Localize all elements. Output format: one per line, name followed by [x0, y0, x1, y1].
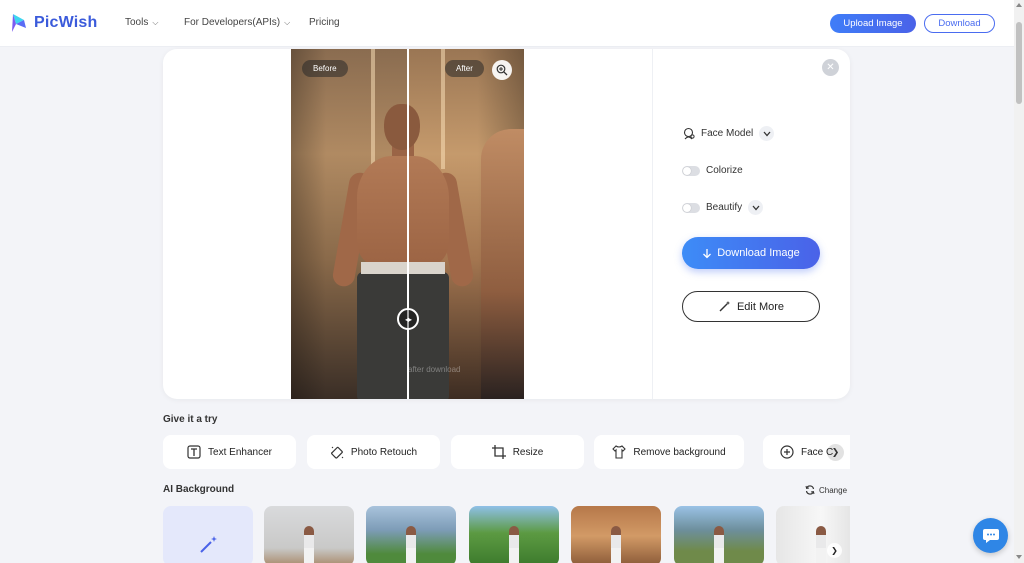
editor-card: ◂▸ Before After after download ✕ Face Mo… — [163, 49, 850, 399]
edit-more-label: Edit More — [736, 300, 785, 313]
download-image-button[interactable]: Download Image — [682, 237, 820, 269]
compare-handle-icon[interactable]: ◂▸ — [397, 308, 419, 330]
face-model-dropdown[interactable] — [759, 126, 775, 141]
mirror-reflection — [481, 129, 524, 399]
tool-remove-background[interactable]: Remove background — [594, 435, 744, 469]
ai-background-thumb-city[interactable] — [366, 506, 456, 563]
ai-background-title: AI Background — [163, 484, 235, 495]
tool-label: Remove background — [633, 446, 726, 458]
text-enhancer-icon — [187, 445, 201, 459]
download-button[interactable]: Download — [924, 14, 995, 33]
model-figure — [406, 526, 416, 563]
chevron-right-icon: ❯ — [831, 447, 840, 457]
head — [384, 104, 420, 150]
magic-wand-icon — [719, 301, 730, 312]
ai-background-thumb-park[interactable] — [469, 506, 559, 563]
magic-wand-icon — [200, 536, 217, 553]
chat-support-button[interactable] — [973, 518, 1008, 553]
chevron-down-icon: ⌵ — [284, 17, 291, 27]
face-model-icon — [683, 127, 695, 140]
chevron-down-icon: ⌵ — [152, 17, 159, 27]
waistband — [361, 262, 445, 274]
colorize-label: Colorize — [706, 165, 743, 176]
colorize-option: Colorize — [682, 165, 743, 176]
refresh-icon — [805, 485, 815, 495]
edit-more-button[interactable]: Edit More — [682, 291, 820, 322]
before-after-preview[interactable]: ◂▸ Before After after download — [291, 49, 524, 399]
change-label: Change — [819, 485, 848, 495]
tools-next-button[interactable]: ❯ — [827, 444, 844, 461]
tool-label: Photo Retouch — [350, 446, 418, 458]
beautify-toggle[interactable] — [682, 202, 700, 213]
close-button[interactable]: ✕ — [822, 59, 839, 76]
chevron-right-icon: ❯ — [831, 546, 838, 555]
face-model-label: Face Model — [701, 128, 754, 139]
tools-row: Text Enhancer Photo Retouch Resize Remov… — [163, 435, 850, 469]
watermark-text: after download — [408, 365, 461, 374]
download-image-label: Download Image — [717, 247, 800, 259]
nav-pricing-label: Pricing — [309, 17, 340, 28]
picwish-logo-icon — [12, 14, 26, 32]
model-figure — [509, 526, 519, 563]
zoom-in-icon — [496, 64, 508, 76]
torso — [357, 156, 449, 266]
chat-bubble-icon — [982, 528, 999, 543]
before-label: Before — [302, 60, 348, 77]
ai-background-thumb-room[interactable] — [264, 506, 354, 563]
tool-label: Text Enhancer — [208, 446, 272, 458]
top-header: PicWish Tools ⌵ For Developers(APIs) ⌵ P… — [0, 0, 1014, 47]
nav-tools-label: Tools — [125, 17, 149, 28]
give-it-a-try-title: Give it a try — [163, 414, 218, 425]
tool-resize[interactable]: Resize — [451, 435, 584, 469]
arrow-down-icon — [703, 248, 712, 258]
nav-tools[interactable]: Tools ⌵ — [125, 17, 158, 28]
page-scrollbar[interactable] — [1014, 0, 1024, 563]
face-model-option[interactable]: Face Model — [682, 126, 775, 141]
person-figure — [329, 104, 479, 399]
scroll-down-icon[interactable] — [1016, 555, 1022, 559]
nav-pricing[interactable]: Pricing — [309, 17, 340, 28]
model-figure — [816, 526, 826, 563]
nav-developers-label: For Developers(APIs) — [184, 17, 281, 28]
scroll-thumb[interactable] — [1016, 22, 1022, 104]
compare-divider[interactable] — [407, 49, 409, 399]
logo-text: PicWish — [34, 14, 98, 31]
photo-retouch-icon — [330, 446, 344, 459]
ai-background-row — [163, 506, 850, 563]
beautify-option: Beautify — [682, 200, 764, 215]
upload-image-button[interactable]: Upload Image — [830, 14, 916, 33]
nav-developers[interactable]: For Developers(APIs) ⌵ — [184, 17, 290, 28]
model-figure — [714, 526, 724, 563]
ai-background-thumb-mountain[interactable] — [674, 506, 764, 563]
ai-background-generate-tile[interactable] — [163, 506, 253, 563]
tool-label: Resize — [512, 446, 544, 458]
model-figure — [611, 526, 621, 563]
ai-background-thumb-cabin[interactable] — [571, 506, 661, 563]
backgrounds-next-button[interactable]: ❯ — [827, 543, 842, 558]
model-figure — [304, 526, 314, 563]
change-button[interactable]: Change — [805, 485, 847, 495]
tool-photo-retouch[interactable]: Photo Retouch — [307, 435, 440, 469]
chevron-down-icon — [763, 131, 771, 136]
panel-separator — [652, 49, 653, 399]
zoom-in-button[interactable] — [492, 60, 512, 80]
crop-icon — [491, 445, 506, 459]
beautify-dropdown[interactable] — [748, 200, 764, 215]
logo[interactable]: PicWish — [10, 12, 98, 34]
pants — [357, 272, 449, 399]
after-label: After — [445, 60, 484, 77]
add-circle-icon — [780, 445, 794, 459]
tool-text-enhancer[interactable]: Text Enhancer — [163, 435, 296, 469]
colorize-toggle[interactable] — [682, 165, 700, 176]
chevron-down-icon — [752, 205, 760, 210]
beautify-label: Beautify — [706, 202, 743, 213]
shirt-icon — [612, 445, 627, 459]
close-icon: ✕ — [826, 62, 835, 73]
scroll-up-icon[interactable] — [1016, 3, 1022, 7]
